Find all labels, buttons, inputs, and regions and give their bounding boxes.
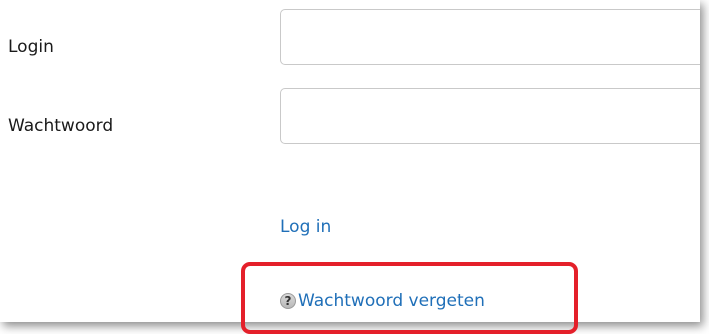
forgot-password-link[interactable]: Wachtwoord vergeten <box>298 291 485 311</box>
password-label: Wachtwoord <box>8 116 114 136</box>
help-icon: ? <box>280 293 296 309</box>
password-input[interactable] <box>280 88 700 144</box>
login-input[interactable] <box>280 9 700 65</box>
login-panel: Login Wachtwoord Log in ? Wachtwoord ver… <box>0 0 700 322</box>
forgot-password-row[interactable]: ? Wachtwoord vergeten <box>280 291 485 311</box>
login-link[interactable]: Log in <box>280 217 331 237</box>
login-label: Login <box>8 37 54 57</box>
